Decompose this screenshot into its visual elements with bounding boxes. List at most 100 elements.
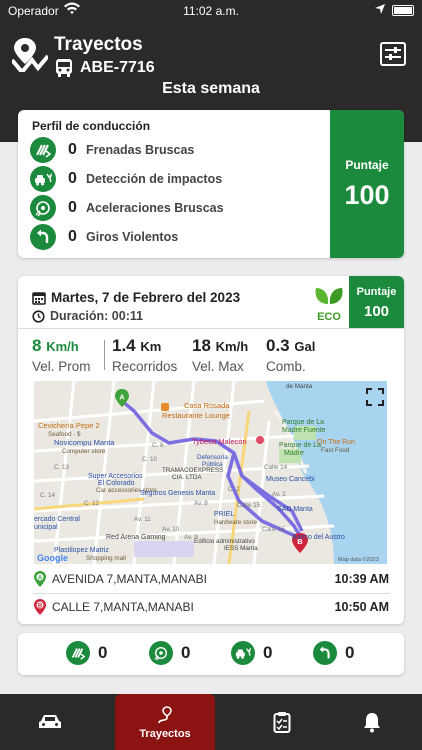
clock: 11:02 a.m. (183, 4, 239, 18)
trip-score-box: Puntaje 100 (349, 276, 404, 328)
route-map[interactable]: A B Casa Rosada Restaurante Lounge Cevic… (34, 381, 387, 564)
avg-speed-unit: Km/h (46, 339, 79, 354)
map-label: ercado Central (34, 516, 80, 523)
acceleration-icon (149, 641, 173, 665)
car-icon (39, 715, 61, 728)
map-label: CIA. LTDA (172, 474, 202, 481)
calendar-icon (32, 291, 46, 305)
map-label: Calle 16 (262, 526, 286, 533)
summary-turn-count: 0 (345, 643, 355, 662)
divider (18, 328, 404, 329)
route-logo-icon (12, 38, 48, 72)
map-label: El Colorado (98, 480, 135, 487)
map-label: Av. 11 (134, 516, 151, 523)
map-label: Av. 9 (184, 534, 198, 541)
map-label: Parque de La (282, 419, 324, 426)
origin-row: A AVENIDA 7,MANTA,MANABI 10:39 AM (34, 568, 389, 590)
hard-brake-label: Frenadas Bruscas (86, 143, 195, 157)
map-label: Hardware store (214, 519, 258, 526)
turn-label: Giros Violentos (86, 230, 179, 244)
profile-row-hard-brake: 0 Frenadas Bruscas (30, 137, 194, 163)
status-bar: Operador 11:02 a.m. (0, 0, 422, 22)
battery-icon (392, 5, 414, 16)
map-label: C. 14 (40, 492, 56, 499)
trip-date-row: Martes, 7 de Febrero del 2023 (32, 290, 240, 305)
map-label: Museo Cancebi (266, 476, 315, 483)
map-label: Seguros Genesis Manta (140, 490, 215, 497)
map-attribution: Map data ©2023 (338, 556, 379, 563)
hard-brake-icon (30, 137, 56, 163)
origin-pin-label: A (38, 575, 43, 581)
turn-count: 0 (68, 228, 77, 245)
expand-icon (366, 388, 384, 406)
impact-icon (30, 166, 56, 192)
filter-button[interactable] (380, 42, 406, 66)
profile-row-acceleration: 0 Aceleraciones Bruscas (30, 195, 224, 221)
turn-icon (313, 641, 337, 665)
turn-icon (30, 224, 56, 250)
map-label: Restaurante Lounge (162, 411, 230, 420)
distance-value: 1.4 (112, 336, 136, 355)
destination-address: CALLE 7,MANTA,MANABI (52, 600, 194, 614)
row-divider (32, 593, 390, 594)
trip-events-summary: 0 0 0 0 (18, 633, 404, 675)
map-label: Edificio administrativo (194, 538, 255, 545)
trip-score-value: 100 (363, 303, 390, 320)
summary-acceleration-count: 0 (181, 643, 191, 662)
trip-duration: Duración: 00:11 (50, 309, 144, 323)
stat-separator (104, 340, 105, 370)
map-label: Av. 10 (162, 526, 180, 533)
hard-brake-icon (66, 641, 90, 665)
eco-badge-icon: ECO (312, 286, 346, 322)
trip-card[interactable]: Martes, 7 de Febrero del 2023 Duración: … (18, 276, 404, 624)
bus-icon (54, 58, 74, 78)
map-label: SAD Manta (277, 506, 313, 513)
hard-brake-count: 0 (68, 141, 77, 158)
map-label: PRIEL (214, 511, 234, 518)
map-label: On The Run (317, 439, 355, 446)
map-label: Madre Fuente (282, 427, 326, 434)
destination-pin-icon: B (34, 599, 46, 615)
tab-alerts[interactable] (322, 694, 422, 750)
eco-label: ECO (317, 311, 341, 322)
max-speed-unit: Km/h (215, 339, 249, 354)
acceleration-label: Aceleraciones Bruscas (86, 201, 224, 215)
impact-count: 0 (68, 170, 77, 187)
impact-icon (231, 641, 255, 665)
map-label: Calle 14 (264, 464, 288, 471)
destination-pin-label: B (38, 603, 43, 609)
trip-score-label: Puntaje (356, 286, 397, 298)
pin-a-label: A (119, 393, 125, 402)
map-label: Shopping mall (86, 555, 126, 562)
map-label: Super Accesorios (88, 473, 143, 480)
clock-icon (32, 309, 45, 323)
avg-speed-value: 8 (32, 336, 42, 355)
bell-icon (364, 713, 380, 733)
summary-acceleration: 0 (149, 641, 190, 665)
acceleration-count: 0 (68, 199, 77, 216)
fuel-stat: 0.3 Gal Comb. (266, 336, 315, 374)
distance-label: Recorridos (112, 359, 178, 374)
avg-speed-label: Vel. Prom (32, 359, 91, 374)
map-label: Av. 8 (194, 500, 208, 507)
map-label: IESS Manta (224, 545, 258, 552)
origin-address: AVENIDA 7,MANTA,MANABI (52, 572, 207, 586)
tab-vehicle[interactable] (0, 694, 100, 750)
map-label: Seafood · $ (48, 431, 81, 438)
profile-row-impact: 0 Detección de impactos (30, 166, 222, 192)
score-label: Puntaje (345, 158, 389, 172)
map-label: Av. 2 (272, 491, 286, 498)
map-label: C. 13 (54, 464, 70, 471)
tab-trips[interactable]: Trayectos (115, 694, 215, 750)
fullscreen-button[interactable] (365, 387, 385, 407)
fuel-label: Comb. (266, 359, 306, 374)
acceleration-icon (30, 195, 56, 221)
tab-reports[interactable] (232, 694, 332, 750)
sliders-icon (385, 47, 401, 60)
map-label: Calle 15 (237, 502, 261, 509)
clipboard-icon (273, 712, 291, 733)
driving-profile-card: Perfil de conducción 0 Frenadas Bruscas … (18, 110, 404, 258)
trip-duration-row: Duración: 00:11 (32, 309, 143, 323)
distance-stat: 1.4 Km Recorridos (112, 336, 177, 374)
bottom-tab-bar: Trayectos (0, 694, 422, 750)
